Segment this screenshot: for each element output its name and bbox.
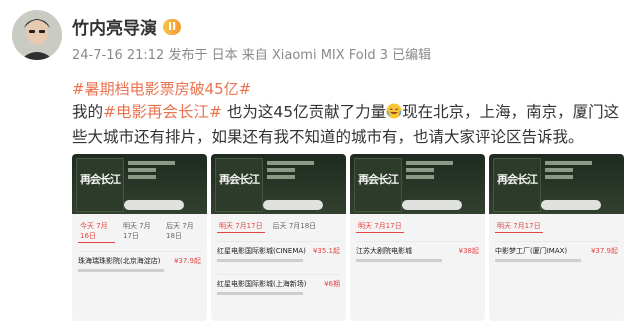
poster-title: 再会长江	[219, 173, 260, 186]
movie-header: 再会长江	[211, 154, 346, 214]
laugh-cry-emoji-icon	[386, 103, 402, 119]
content-mid: 也为这45亿贡献了力量	[222, 103, 387, 121]
author-avatar[interactable]	[12, 10, 62, 60]
cinema-price: ¥38起	[458, 247, 479, 255]
date-tabs: 明天 7月17日	[350, 214, 485, 233]
date-tab: 明天 7月17日	[356, 220, 404, 233]
movie-poster: 再会长江	[493, 158, 541, 212]
want-button	[263, 200, 323, 210]
poster-title: 再会长江	[80, 173, 121, 186]
movie-poster: 再会长江	[215, 158, 263, 212]
content-prefix: 我的	[72, 103, 104, 121]
author-name[interactable]: 竹内亮导演	[72, 14, 157, 39]
cinema-row: 中影梦工厂(厦门IMAX) ¥37.9起	[495, 241, 618, 266]
date-tabs: 今天 7月16日 明天 7月17日 后天 7月18日	[72, 214, 207, 243]
movie-header: 再会长江	[350, 154, 485, 214]
poster-title: 再会长江	[497, 173, 538, 186]
vip-badge[interactable]: II	[163, 18, 182, 35]
movie-header: 再会长江	[72, 154, 207, 214]
image-grid: 再会长江 今天 7月16日 明天 7月17日 后天 7月18日 珠海瑞珠影院(北…	[72, 154, 624, 321]
date-tab: 后天 7月18日	[166, 222, 194, 240]
post-content: 我的#电影再会长江# 也为这45亿贡献了力量 现在北京，上海，南京，厦门这些大城市…	[72, 100, 628, 150]
cinema-row: 珠海瑞珠影院(北京海淀店) ¥37.9起	[78, 251, 201, 276]
cinema-name: 江苏大剧院电影城	[356, 247, 412, 255]
avatar-image	[12, 10, 62, 60]
cinema-price: ¥6期	[324, 280, 340, 288]
date-tab: 后天 7月18日	[272, 222, 317, 230]
cinema-price: ¥37.9起	[173, 257, 201, 265]
cinema-price: ¥35.1起	[312, 247, 340, 255]
want-button	[541, 200, 601, 210]
thumbnail-4[interactable]: 再会长江 明天 7月17日 中影梦工厂(厦门IMAX) ¥37.9起	[489, 154, 624, 321]
thumbnail-1[interactable]: 再会长江 今天 7月16日 明天 7月17日 后天 7月18日 珠海瑞珠影院(北…	[72, 154, 207, 321]
content-hashtag[interactable]: #电影再会长江#	[103, 103, 222, 121]
movie-poster: 再会长江	[76, 158, 124, 212]
thumbnail-3[interactable]: 再会长江 明天 7月17日 江苏大剧院电影城 ¥38起	[350, 154, 485, 321]
date-tab: 明天 7月17日	[217, 220, 265, 233]
date-tab: 明天 7月17日	[495, 220, 543, 233]
cinema-price: ¥37.9起	[590, 247, 618, 255]
date-tab: 今天 7月16日	[78, 220, 115, 243]
date-tab: 明天 7月17日	[123, 222, 151, 240]
cinema-row: 红星电影国际影城(上海新场) ¥6期	[217, 274, 340, 299]
post-meta: 24-7-16 21:12 发布于 日本 来自 Xiaomi MIX Fold …	[72, 48, 432, 63]
movie-header: 再会长江	[489, 154, 624, 214]
poster-title: 再会长江	[358, 173, 399, 186]
date-tabs: 明天 7月17日 后天 7月18日	[211, 214, 346, 233]
cinema-name: 红星电影国际影城(上海新场)	[217, 280, 307, 288]
want-button	[124, 200, 184, 210]
movie-poster: 再会长江	[354, 158, 402, 212]
date-tabs: 明天 7月17日	[489, 214, 624, 233]
thumbnail-2[interactable]: 再会长江 明天 7月17日 后天 7月18日 红星电影国际影城(CINEMA) …	[211, 154, 346, 321]
cinema-name: 中影梦工厂(厦门IMAX)	[495, 247, 568, 255]
cinema-name: 珠海瑞珠影院(北京海淀店)	[78, 257, 161, 265]
cinema-row: 江苏大剧院电影城 ¥38起	[356, 241, 479, 266]
cinema-name: 红星电影国际影城(CINEMA)	[217, 247, 306, 255]
author-row: 竹内亮导演 II	[72, 14, 182, 39]
want-button	[402, 200, 462, 210]
topic-hashtag[interactable]: #暑期档电影票房破45亿#	[72, 78, 251, 99]
cinema-row: 红星电影国际影城(CINEMA) ¥35.1起	[217, 241, 340, 266]
